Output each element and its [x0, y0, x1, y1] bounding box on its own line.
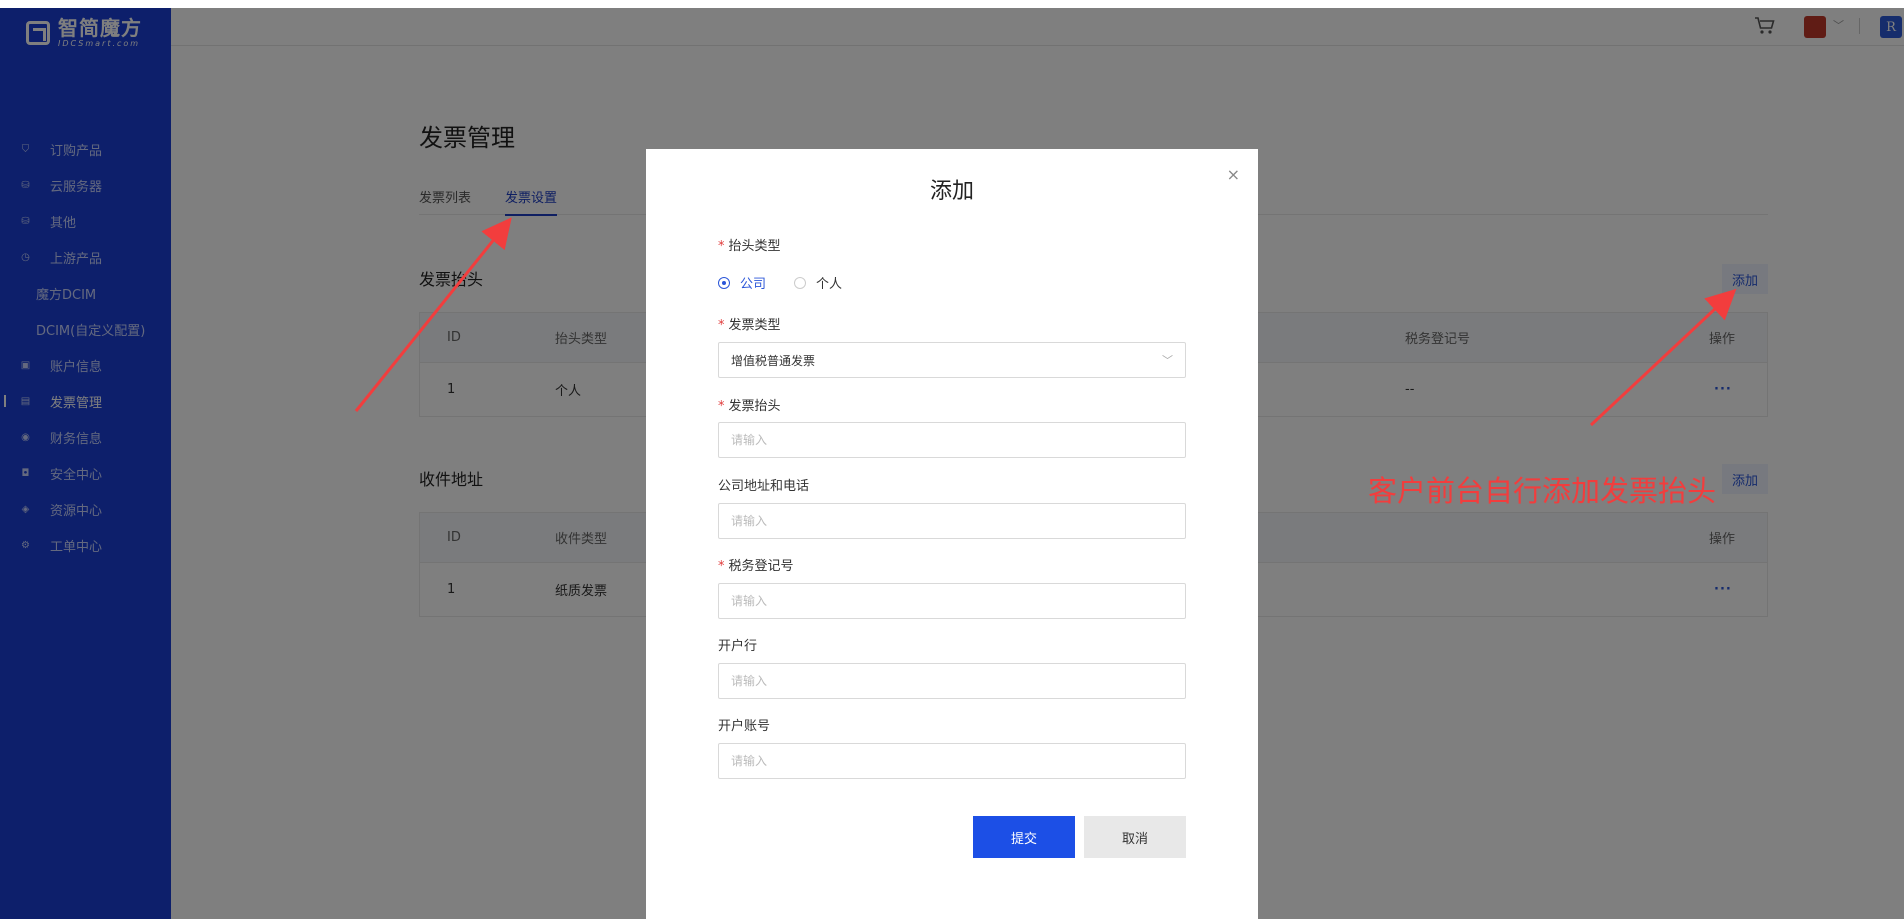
invoice-title-label: * 发票抬头 — [718, 399, 781, 414]
submit-button[interactable]: 提交 — [973, 816, 1075, 858]
bank-input[interactable] — [718, 663, 1186, 699]
address-phone-input[interactable] — [718, 503, 1186, 539]
invoice-type-value: 增值税普通发票 — [731, 353, 816, 368]
dialog-title: 添加 — [929, 179, 974, 204]
account-input[interactable] — [718, 743, 1186, 779]
radio-personal[interactable]: 个人 — [794, 273, 842, 292]
header-type-radio-group: 公司 个人 — [718, 273, 870, 292]
close-icon[interactable]: × — [1227, 165, 1240, 184]
invoice-title-input[interactable] — [718, 422, 1186, 458]
bank-label: 开户行 — [718, 639, 758, 654]
add-dialog: 添加 × *抬头类型 公司 个人 *发票类型 增值税普通发票 ﹀ *发票抬头 公… — [646, 149, 1258, 919]
radio-dot — [794, 276, 807, 289]
tax-no-input[interactable] — [718, 583, 1186, 619]
invoice-type-label: * 发票类型 — [718, 318, 781, 333]
cancel-button[interactable]: 取消 — [1084, 816, 1186, 858]
annotation-text: 客户前台自行添加发票抬头 — [1368, 474, 1717, 508]
invoice-type-select[interactable]: 增值税普通发票 ﹀ — [718, 342, 1186, 378]
header-type-label: * 抬头类型 — [718, 239, 781, 254]
account-label: 开户账号 — [718, 719, 771, 734]
tax-no-label: * 税务登记号 — [718, 559, 794, 574]
radio-company[interactable]: 公司 — [718, 273, 766, 292]
radio-dot — [718, 276, 730, 289]
chevron-down-icon: ﹀ — [1162, 354, 1173, 367]
address-phone-label: 公司地址和电话 — [718, 479, 810, 494]
